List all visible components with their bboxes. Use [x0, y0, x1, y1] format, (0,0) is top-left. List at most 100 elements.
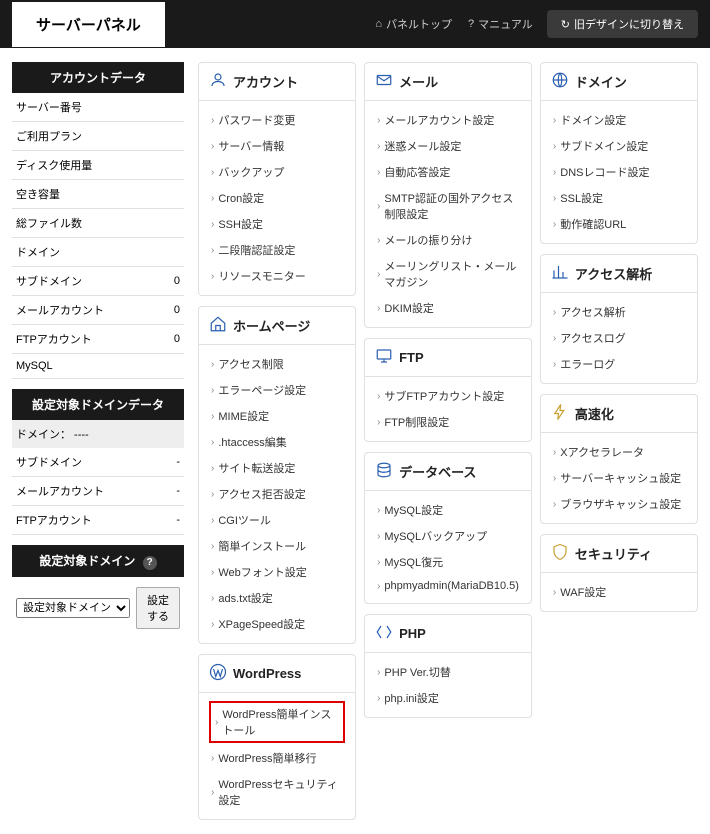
- panel-link-homepage-2[interactable]: ›MIME設定: [203, 403, 351, 429]
- panel-link-label: MySQL復元: [384, 554, 443, 570]
- panel-link-homepage-4[interactable]: ›サイト転送設定: [203, 455, 351, 481]
- panel-link-homepage-6[interactable]: ›CGIツール: [203, 507, 351, 533]
- panel-link-homepage-3[interactable]: ›.htaccess編集: [203, 429, 351, 455]
- panel-link-domain-0[interactable]: ›ドメイン設定: [545, 107, 693, 133]
- panel-link-label: Webフォント設定: [218, 564, 306, 580]
- row-label: サーバー番号: [12, 93, 162, 122]
- row-label: 空き容量: [12, 180, 162, 209]
- table-row: サブドメイン 0: [12, 267, 184, 296]
- account-data-table: サーバー番号 ご利用プラン ディスク使用量 空き容量 総ファイル数 ドメイン サ…: [12, 93, 184, 379]
- panel-link-wordpress-0[interactable]: ›WordPress簡単インストール: [209, 701, 345, 743]
- panel-link-php-0[interactable]: ›PHP Ver.切替: [369, 659, 527, 685]
- panel-link-ftp-1[interactable]: ›FTP制限設定: [369, 409, 527, 435]
- panel-link-speed-1[interactable]: ›サーバーキャッシュ設定: [545, 465, 693, 491]
- chevron-right-icon: ›: [553, 333, 556, 344]
- panel-link-access-0[interactable]: ›アクセス解析: [545, 299, 693, 325]
- row-value: [162, 180, 184, 209]
- panel-link-database-1[interactable]: ›MySQLバックアップ: [369, 523, 527, 549]
- panel-link-domain-3[interactable]: › SSL設定: [545, 185, 693, 211]
- panel-title-label: ドメイン: [575, 72, 627, 91]
- chevron-right-icon: ›: [377, 115, 380, 126]
- chevron-right-icon: ›: [553, 359, 556, 370]
- panel-link-account-4[interactable]: ›SSH設定: [203, 211, 351, 237]
- panel-link-wordpress-1[interactable]: ›WordPress簡単移行: [203, 745, 351, 771]
- panel-link-account-6[interactable]: ›リソースモニター: [203, 263, 351, 289]
- table-row: メールアカウント 0: [12, 296, 184, 325]
- panel-link-domain-4[interactable]: ›動作確認URL: [545, 211, 693, 237]
- old-design-button[interactable]: ↻ 旧デザインに切り替え: [547, 10, 698, 38]
- panel-link-access-2[interactable]: ›エラーログ: [545, 351, 693, 377]
- chevron-right-icon: ›: [377, 235, 380, 246]
- panel-body-security: ›WAF設定: [541, 573, 697, 611]
- panel-link-label: ads.txt設定: [218, 590, 272, 606]
- panel-link-wordpress-2[interactable]: ›WordPressセキュリティ設定: [203, 771, 351, 813]
- row-label: サブドメイン: [12, 267, 162, 296]
- panel-wordpress: WordPress ›WordPress簡単インストール›WordPress簡単…: [198, 654, 356, 820]
- panel-link-homepage-7[interactable]: ›簡単インストール: [203, 533, 351, 559]
- panel-body-domain: ›ドメイン設定›サブドメイン設定›DNSレコード設定 › SSL設定 ›動作確認URL: [541, 101, 697, 243]
- old-design-label: 旧デザインに切り替え: [574, 16, 684, 32]
- panel-link-database-2[interactable]: ›MySQL復元: [369, 549, 527, 575]
- panel-head-domain: ドメイン: [541, 63, 697, 101]
- panel-link-mail-6[interactable]: ›DKIM設定: [369, 295, 527, 321]
- panel-title-label: データベース: [399, 462, 476, 481]
- panel-head-mail: メール: [365, 63, 531, 101]
- panel-link-mail-4[interactable]: ›メールの振り分け: [369, 227, 527, 253]
- help-badge-icon[interactable]: ?: [143, 556, 157, 570]
- panel-link-database-0[interactable]: ›MySQL設定: [369, 497, 527, 523]
- domain-select[interactable]: 設定対象ドメイン: [16, 598, 130, 618]
- panel-link-homepage-8[interactable]: ›Webフォント設定: [203, 559, 351, 585]
- panel-title-label: FTP: [399, 350, 424, 365]
- panel-link-label: WordPress簡単移行: [218, 750, 316, 766]
- panel-link-domain-2[interactable]: ›DNSレコード設定: [545, 159, 693, 185]
- panel-speed: 高速化 ›Xアクセラレータ›サーバーキャッシュ設定›ブラウザキャッシュ設定: [540, 394, 698, 524]
- domain-icon: [551, 71, 569, 92]
- panel-link-speed-0[interactable]: ›Xアクセラレータ: [545, 439, 693, 465]
- chevron-right-icon: ›: [553, 307, 556, 318]
- panel-link-mail-3[interactable]: ›SMTP認証の国外アクセス制限設定: [369, 185, 527, 227]
- panel-link-mail-1[interactable]: ›迷惑メール設定: [369, 133, 527, 159]
- panel-link-account-1[interactable]: ›サーバー情報: [203, 133, 351, 159]
- panel-link-mail-2[interactable]: ›自動応答設定: [369, 159, 527, 185]
- content-col-1: アカウント ›パスワード変更›サーバー情報›バックアップ›Cron設定›SSH設…: [198, 62, 356, 820]
- domain-selector-title: 設定対象ドメイン: [39, 554, 135, 568]
- speed-icon: [551, 403, 569, 424]
- chevron-right-icon: ›: [553, 193, 556, 204]
- panel-top-link[interactable]: ⌂ パネルトップ: [375, 16, 452, 32]
- panel-link-label: FTP制限設定: [384, 414, 449, 430]
- php-icon: [375, 623, 393, 644]
- chevron-right-icon: ›: [377, 693, 380, 704]
- panel-link-homepage-0[interactable]: ›アクセス制限: [203, 351, 351, 377]
- panel-link-homepage-10[interactable]: ›XPageSpeed設定: [203, 611, 351, 637]
- panel-link-mail-5[interactable]: ›メーリングリスト・メールマガジン: [369, 253, 527, 295]
- panel-link-domain-1[interactable]: ›サブドメイン設定: [545, 133, 693, 159]
- panel-link-homepage-1[interactable]: ›エラーページ設定: [203, 377, 351, 403]
- panel-link-speed-2[interactable]: ›ブラウザキャッシュ設定: [545, 491, 693, 517]
- panel-body-mail: ›メールアカウント設定›迷惑メール設定›自動応答設定›SMTP認証の国外アクセス…: [365, 101, 531, 327]
- panel-head-account: アカウント: [199, 63, 355, 101]
- panel-link-account-2[interactable]: ›バックアップ: [203, 159, 351, 185]
- panel-link-account-3[interactable]: ›Cron設定: [203, 185, 351, 211]
- panel-link-label: アクセス拒否設定: [218, 486, 305, 502]
- domain-selector-header: 設定対象ドメイン ?: [12, 545, 184, 577]
- panel-link-access-1[interactable]: ›アクセスログ: [545, 325, 693, 351]
- panel-link-mail-0[interactable]: ›メールアカウント設定: [369, 107, 527, 133]
- panel-link-database-3[interactable]: ›phpmyadmin(MariaDB10.5): [369, 575, 527, 597]
- panel-link-ftp-0[interactable]: ›サブFTPアカウント設定: [369, 383, 527, 409]
- manual-link[interactable]: ? マニュアル: [468, 16, 533, 32]
- row-value: [162, 238, 184, 267]
- row-label: ご利用プラン: [12, 122, 162, 151]
- chevron-right-icon: ›: [377, 269, 380, 280]
- panel-link-homepage-9[interactable]: ›ads.txt設定: [203, 585, 351, 611]
- panel-link-homepage-5[interactable]: ›アクセス拒否設定: [203, 481, 351, 507]
- panel-link-account-0[interactable]: ›パスワード変更: [203, 107, 351, 133]
- panel-link-security-0[interactable]: ›WAF設定: [545, 579, 693, 605]
- panel-link-php-1[interactable]: ›php.ini設定: [369, 685, 527, 711]
- panel-link-label: CGIツール: [218, 512, 271, 528]
- domain-set-button[interactable]: 設定する: [136, 587, 180, 629]
- panel-link-account-5[interactable]: ›二段階認証設定: [203, 237, 351, 263]
- chevron-right-icon: ›: [211, 541, 214, 552]
- panel-link-label: SSL設定: [560, 190, 603, 206]
- panel-body-access: ›アクセス解析›アクセスログ›エラーログ: [541, 293, 697, 383]
- panel-title-label: メール: [399, 72, 438, 91]
